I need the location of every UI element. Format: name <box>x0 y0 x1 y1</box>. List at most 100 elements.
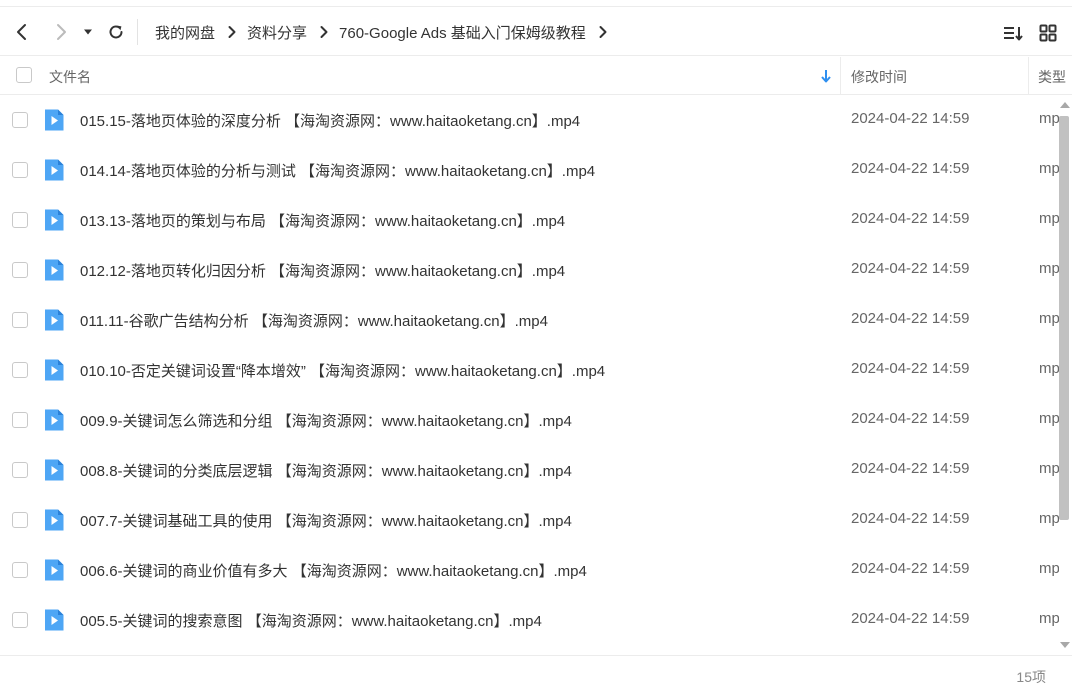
file-modified-time: 2024-04-22 14:59 <box>851 460 970 477</box>
video-file-icon <box>45 559 64 581</box>
file-modified-time: 2024-04-22 14:59 <box>851 610 970 627</box>
item-count: 15项 <box>1016 669 1046 685</box>
back-button[interactable] <box>8 18 36 46</box>
sort-descending-icon[interactable] <box>820 68 832 84</box>
chevron-right-icon[interactable] <box>598 25 608 39</box>
video-file-icon <box>45 359 64 381</box>
column-divider[interactable] <box>1028 57 1029 94</box>
chevron-right-icon <box>57 24 66 40</box>
column-divider[interactable] <box>840 57 841 94</box>
row-checkbox[interactable] <box>12 412 28 428</box>
file-name[interactable]: 009.9-关键词怎么筛选和分组 【海淘资源网：www.haitaoketang… <box>80 410 572 431</box>
scroll-down-arrow-icon[interactable] <box>1060 642 1070 648</box>
file-row[interactable]: 009.9-关键词怎么筛选和分组 【海淘资源网：www.haitaoketang… <box>0 395 1072 445</box>
file-type: mp4 <box>1039 110 1059 127</box>
video-file-icon <box>45 259 64 281</box>
row-checkbox[interactable] <box>12 462 28 478</box>
row-checkbox[interactable] <box>12 362 28 378</box>
file-row[interactable]: 015.15-落地页体验的深度分析 【海淘资源网：www.haitaoketan… <box>0 95 1072 145</box>
row-checkbox[interactable] <box>12 112 28 128</box>
refresh-button[interactable] <box>102 18 130 46</box>
history-dropdown-button[interactable] <box>76 18 100 46</box>
file-modified-time: 2024-04-22 14:59 <box>851 310 970 327</box>
status-bar: 15项 <box>0 655 1072 689</box>
file-row[interactable]: 008.8-关键词的分类底层逻辑 【海淘资源网：www.haitaoketang… <box>0 445 1072 495</box>
file-name[interactable]: 006.6-关键词的商业价值有多大 【海淘资源网：www.haitaoketan… <box>80 560 587 581</box>
file-name[interactable]: 010.10-否定关键词设置“降本增效” 【海淘资源网：www.haitaoke… <box>80 360 605 381</box>
sort-button[interactable] <box>1000 20 1026 46</box>
vertical-scrollbar[interactable] <box>1058 100 1070 650</box>
chevron-left-icon <box>17 24 26 40</box>
toolbar: 我的网盘 资料分享 760-Google Ads 基础入门保姆级教程 <box>0 6 1072 56</box>
video-file-icon <box>45 609 64 631</box>
file-type: mp4 <box>1039 510 1059 527</box>
column-header-modified[interactable]: 修改时间 <box>851 67 907 87</box>
caret-down-icon <box>84 29 92 35</box>
file-type: mp4 <box>1039 310 1059 327</box>
file-modified-time: 2024-04-22 14:59 <box>851 510 970 527</box>
file-name[interactable]: 007.7-关键词基础工具的使用 【海淘资源网：www.haitaoketang… <box>80 510 572 531</box>
file-name[interactable]: 013.13-落地页的策划与布局 【海淘资源网：www.haitaoketang… <box>80 210 565 231</box>
column-header-type[interactable]: 类型 <box>1038 67 1066 87</box>
file-name[interactable]: 005.5-关键词的搜索意图 【海淘资源网：www.haitaoketang.c… <box>80 610 542 631</box>
file-row[interactable]: 006.6-关键词的商业价值有多大 【海淘资源网：www.haitaoketan… <box>0 545 1072 595</box>
row-checkbox[interactable] <box>12 562 28 578</box>
video-file-icon <box>45 409 64 431</box>
file-row[interactable]: 014.14-落地页体验的分析与测试 【海淘资源网：www.haitaoketa… <box>0 145 1072 195</box>
select-all-checkbox[interactable] <box>16 67 32 83</box>
scroll-up-arrow-icon[interactable] <box>1060 102 1070 108</box>
chevron-right-icon <box>320 26 328 38</box>
file-row[interactable]: 005.5-关键词的搜索意图 【海淘资源网：www.haitaoketang.c… <box>0 595 1072 645</box>
video-file-icon <box>45 309 64 331</box>
file-modified-time: 2024-04-22 14:59 <box>851 410 970 427</box>
row-checkbox[interactable] <box>12 612 28 628</box>
refresh-icon <box>109 25 123 39</box>
file-name[interactable]: 014.14-落地页体验的分析与测试 【海淘资源网：www.haitaoketa… <box>80 160 595 181</box>
file-name[interactable]: 011.11-谷歌广告结构分析 【海淘资源网：www.haitaoketang.… <box>80 310 548 331</box>
file-type: mp4 <box>1039 410 1059 427</box>
chevron-right-icon <box>228 26 236 38</box>
file-name[interactable]: 008.8-关键词的分类底层逻辑 【海淘资源网：www.haitaoketang… <box>80 460 572 481</box>
video-file-icon <box>45 159 64 181</box>
file-type: mp4 <box>1039 610 1059 627</box>
file-row[interactable]: 007.7-关键词基础工具的使用 【海淘资源网：www.haitaoketang… <box>0 495 1072 545</box>
file-type: mp4 <box>1039 160 1059 177</box>
row-checkbox[interactable] <box>12 512 28 528</box>
video-file-icon <box>45 109 64 131</box>
file-modified-time: 2024-04-22 14:59 <box>851 560 970 577</box>
file-type: mp4 <box>1039 460 1059 477</box>
video-file-icon <box>45 459 64 481</box>
video-file-icon <box>45 209 64 231</box>
file-modified-time: 2024-04-22 14:59 <box>851 260 970 277</box>
file-type: mp4 <box>1039 360 1059 377</box>
row-checkbox[interactable] <box>12 162 28 178</box>
sort-list-icon <box>1004 27 1023 41</box>
file-name[interactable]: 012.12-落地页转化归因分析 【海淘资源网：www.haitaoketang… <box>80 260 565 281</box>
row-checkbox[interactable] <box>12 312 28 328</box>
file-list: 015.15-落地页体验的深度分析 【海淘资源网：www.haitaoketan… <box>0 95 1072 655</box>
grid-view-icon <box>1039 24 1057 42</box>
file-name[interactable]: 015.15-落地页体验的深度分析 【海淘资源网：www.haitaoketan… <box>80 110 580 131</box>
breadcrumb-item-root[interactable]: 我的网盘 <box>155 22 215 43</box>
row-checkbox[interactable] <box>12 212 28 228</box>
scrollbar-thumb[interactable] <box>1059 116 1069 520</box>
breadcrumb: 我的网盘 资料分享 760-Google Ads 基础入门保姆级教程 <box>155 7 618 57</box>
forward-button[interactable] <box>47 18 75 46</box>
file-type: mp4 <box>1039 210 1059 227</box>
file-row[interactable]: 012.12-落地页转化归因分析 【海淘资源网：www.haitaoketang… <box>0 245 1072 295</box>
file-modified-time: 2024-04-22 14:59 <box>851 160 970 177</box>
breadcrumb-item-share[interactable]: 资料分享 <box>247 22 307 43</box>
video-file-icon <box>45 509 64 531</box>
grid-view-button[interactable] <box>1035 20 1061 46</box>
column-header: 文件名 修改时间 类型 <box>0 57 1072 95</box>
file-row[interactable]: 011.11-谷歌广告结构分析 【海淘资源网：www.haitaoketang.… <box>0 295 1072 345</box>
file-type: mp4 <box>1039 560 1059 577</box>
file-modified-time: 2024-04-22 14:59 <box>851 210 970 227</box>
file-row[interactable]: 013.13-落地页的策划与布局 【海淘资源网：www.haitaoketang… <box>0 195 1072 245</box>
column-header-name[interactable]: 文件名 <box>49 67 91 87</box>
toolbar-divider <box>137 19 138 45</box>
file-modified-time: 2024-04-22 14:59 <box>851 110 970 127</box>
breadcrumb-item-current[interactable]: 760-Google Ads 基础入门保姆级教程 <box>339 22 586 43</box>
file-row[interactable]: 010.10-否定关键词设置“降本增效” 【海淘资源网：www.haitaoke… <box>0 345 1072 395</box>
row-checkbox[interactable] <box>12 262 28 278</box>
